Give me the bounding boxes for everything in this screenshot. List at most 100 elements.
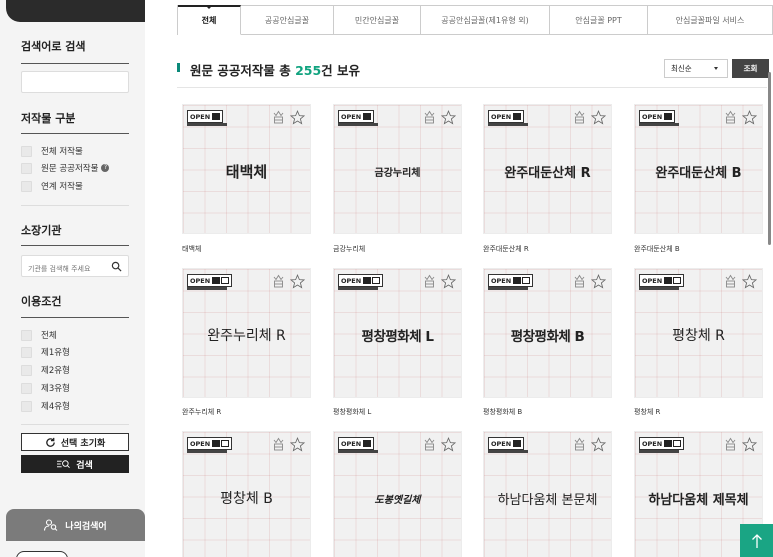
heading-suffix: 건 보유 (321, 63, 361, 78)
checkbox[interactable] (21, 329, 32, 341)
reset-selection-button[interactable]: 선택 초기화 (21, 433, 129, 451)
divider (21, 205, 129, 206)
font-card-pyeongchang-r[interactable]: OPEN 평창체 R (634, 268, 763, 398)
condition-option-type2[interactable]: 제2유형 (21, 364, 70, 376)
divider (21, 317, 129, 318)
font-sample-text: 평창평화체 B (510, 329, 585, 345)
font-card-dobong-yetgil[interactable]: OPEN 도봉옛길체 (333, 431, 462, 557)
scrollbar[interactable] (768, 72, 771, 245)
user-search-icon (44, 519, 58, 531)
heading-prefix: 원문 공공저작물 총 (190, 63, 296, 78)
font-card-label[interactable]: 완주대둔산체 B (634, 244, 763, 254)
my-keywords-button[interactable]: 나의검색어 (6, 509, 145, 541)
refresh-icon (45, 437, 55, 447)
scroll-to-top-button[interactable] (740, 524, 773, 557)
font-card-label[interactable]: 태백체 (182, 244, 311, 254)
divider (21, 133, 129, 134)
tab-private-safe-font[interactable]: 민간안심글꼴 (334, 5, 421, 35)
font-card-wanju-daedunsan-b[interactable]: OPEN 완주대둔산체 B (634, 104, 763, 234)
divider (177, 87, 767, 88)
font-card-label[interactable]: 완주대둔산체 R (483, 244, 612, 254)
work-type-title: 저작물 구분 (21, 112, 76, 125)
divider (21, 424, 129, 425)
condition-option-type3[interactable]: 제3유형 (21, 382, 70, 394)
font-sample-text: 평창체 B (220, 491, 273, 507)
arrow-up-icon (751, 533, 762, 548)
sort-select[interactable]: 최신순 (664, 59, 728, 78)
option-label: 제4유형 (41, 402, 70, 412)
option-label: 전체 저작물 (41, 147, 83, 157)
font-sample-text: 평창체 R (672, 328, 725, 344)
font-card-wanju-nuri-r[interactable]: OPEN 완주누리체 R (182, 268, 311, 398)
font-card-pyeongchang-peace-b[interactable]: OPEN 평창평화체 B (483, 268, 612, 398)
condition-option-all[interactable]: 전체 (21, 329, 57, 341)
divider (21, 63, 129, 64)
font-card-label[interactable]: 금강누리체 (333, 244, 462, 254)
search-icon[interactable] (111, 261, 122, 272)
sidebar: 검색어로 검색 저작물 구분 전체 저작물 원문 공공저작물 ? 연계 저작물 … (0, 0, 145, 557)
font-card-pyeongchang-peace-l[interactable]: OPEN 평창평화체 L (333, 268, 462, 398)
condition-option-type1[interactable]: 제1유형 (21, 346, 70, 358)
search-label: 검색 (76, 460, 93, 471)
condition-title: 이용조건 (21, 295, 62, 308)
reset-label: 선택 초기화 (60, 438, 106, 449)
font-card-label[interactable]: 평창평화체 B (483, 407, 612, 417)
help-icon[interactable]: ? (101, 164, 110, 172)
tab-safe-font-file-service[interactable]: 안심글꼴파일 서비스 (648, 5, 773, 35)
tab-public-safe-font[interactable]: 공공안심글꼴 (241, 5, 334, 35)
keyword-search-title: 검색어로 검색 (21, 40, 86, 53)
font-sample-text: 도봉옛길체 (374, 494, 421, 506)
sort-selected-value: 최신순 (671, 64, 692, 73)
organization-input-wrapper (21, 255, 129, 279)
tab-safe-font-ppt[interactable]: 안심글꼴 PPT (550, 5, 648, 35)
checkbox[interactable] (21, 346, 32, 358)
font-card-hanam-daum-body[interactable]: OPEN 하남다움체 본문체 (483, 431, 612, 557)
type-option-linked[interactable]: 연계 저작물 (21, 180, 83, 192)
tab-public-safe-font-type1-other[interactable]: 공공안심글꼴(제1유형 외) (421, 5, 550, 35)
option-label: 제2유형 (41, 366, 70, 376)
font-sample-text: 완주대둔산체 R (504, 165, 591, 181)
keyword-input-wrapper (21, 71, 129, 95)
heading-accent-bar (177, 63, 180, 72)
result-count: 255 (295, 63, 322, 78)
font-card-label[interactable]: 평창체 R (634, 407, 763, 417)
font-sample-text: 완주대둔산체 B (655, 165, 742, 181)
sidebar-pill-button[interactable] (16, 551, 68, 557)
font-card-label[interactable]: 평창평화체 L (333, 407, 462, 417)
option-label: 연계 저작물 (41, 182, 83, 192)
font-sample-text: 태백체 (225, 162, 268, 181)
font-card-geumgang-nuri[interactable]: OPEN 금강누리체 (333, 104, 462, 234)
condition-option-type4[interactable]: 제4유형 (21, 400, 70, 412)
tab-all[interactable]: 전체 (178, 5, 241, 35)
checkbox[interactable] (21, 400, 32, 412)
keyword-input[interactable] (22, 75, 128, 95)
checkbox[interactable] (21, 382, 32, 394)
font-sample-text: 완주누리체 R (207, 328, 286, 344)
chevron-down-icon (714, 67, 718, 70)
font-sample-text: 금강누리체 (374, 167, 421, 179)
type-option-all[interactable]: 전체 저작물 (21, 145, 83, 157)
font-card-taebaek[interactable]: OPEN 태백체 (182, 104, 311, 234)
font-sample-text: 하남다움체 본문체 (497, 492, 598, 508)
type-option-original[interactable]: 원문 공공저작물 ? (21, 162, 110, 174)
query-button[interactable]: 조회 (732, 59, 769, 78)
checkbox[interactable] (21, 162, 32, 174)
option-label: 제1유형 (41, 348, 70, 358)
sidebar-header-decoration (6, 0, 145, 22)
checkbox[interactable] (21, 364, 32, 376)
search-button[interactable]: 검색 (21, 455, 129, 473)
font-sample-text: 평창평화체 L (361, 329, 434, 345)
divider (21, 245, 129, 246)
option-label: 제3유형 (41, 384, 70, 394)
font-card-pyeongchang-b[interactable]: OPEN 평창체 B (182, 431, 311, 557)
font-card-wanju-daedunsan-r[interactable]: OPEN 완주대둔산체 R (483, 104, 612, 234)
result-count-heading: 원문 공공저작물 총 255건 보유 (190, 60, 360, 79)
option-label: 전체 (41, 331, 57, 341)
checkbox[interactable] (21, 180, 32, 192)
organization-title: 소장기관 (21, 224, 62, 237)
font-card-label[interactable]: 완주누리체 R (182, 407, 311, 417)
my-keywords-label: 나의검색어 (65, 521, 107, 532)
option-label: 원문 공공저작물 (41, 164, 99, 174)
checkbox[interactable] (21, 145, 32, 157)
category-tabs: 전체 공공안심글꼴 민간안심글꼴 공공안심글꼴(제1유형 외) 안심글꼴 PPT… (177, 5, 773, 35)
